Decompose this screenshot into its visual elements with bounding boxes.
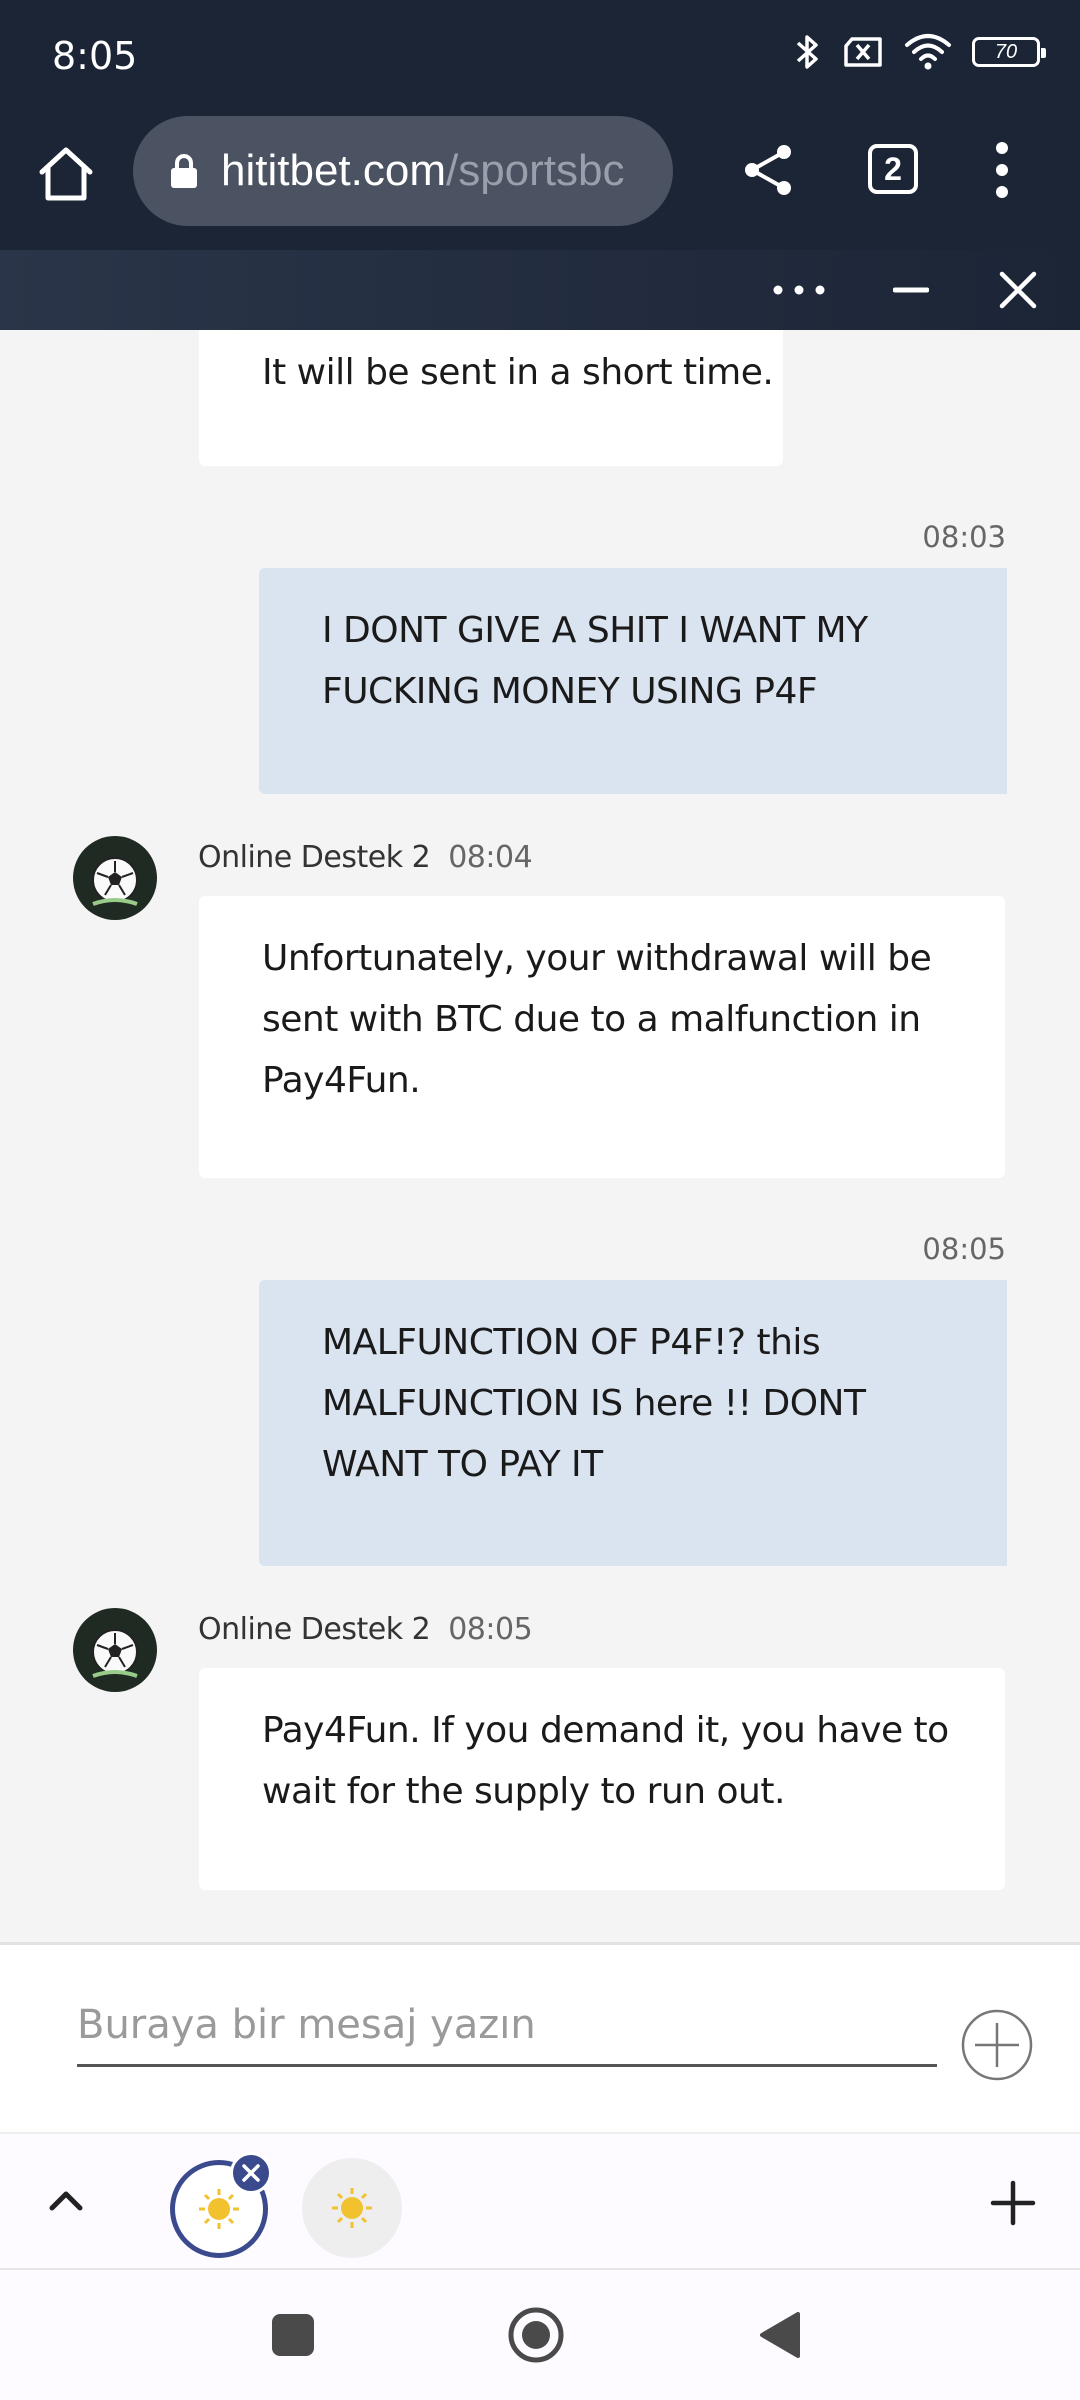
- sender-name: Online Destek 2: [198, 1612, 431, 1647]
- no-sim-icon: [844, 37, 882, 67]
- status-bar: 8:05 70: [0, 0, 1080, 110]
- message-time: 08:05: [922, 1232, 1006, 1266]
- message-text: Pay4Fun. If you demand it, you have to w…: [262, 1710, 949, 1812]
- recents-button[interactable]: [272, 2314, 314, 2356]
- tab-switcher-button[interactable]: 2: [868, 144, 918, 194]
- bubble-bar: [0, 2132, 1080, 2270]
- share-icon[interactable]: [740, 142, 796, 198]
- user-message: I DONT GIVE A SHIT I WANT MY FUCKING MON…: [259, 568, 1007, 794]
- wifi-icon: [905, 34, 951, 70]
- chevron-up-icon[interactable]: [44, 2178, 88, 2222]
- soccer-ball-icon: [92, 857, 138, 906]
- system-nav-bar: [0, 2270, 1080, 2400]
- url-path: /sportsbc: [445, 146, 625, 195]
- sender-line: Online Destek 2 08:04: [198, 840, 533, 875]
- message-time: 08:04: [448, 840, 533, 875]
- browser-toolbar: hititbet.com/sportsbc 2: [0, 110, 1080, 250]
- agent-message: It will be sent in a short time.: [199, 330, 783, 466]
- sun-icon: [332, 2188, 372, 2228]
- more-horiz-icon[interactable]: [772, 272, 826, 308]
- close-icon[interactable]: [998, 270, 1038, 310]
- sender-name: Online Destek 2: [198, 840, 431, 875]
- agent-message: Unfortunately, your withdrawal will be s…: [199, 896, 1005, 1178]
- home-icon[interactable]: [34, 142, 98, 206]
- sun-icon: [199, 2189, 239, 2229]
- address-bar[interactable]: hititbet.com/sportsbc: [133, 116, 673, 226]
- back-icon[interactable]: [758, 2310, 802, 2360]
- bubble-close-icon[interactable]: [230, 2152, 272, 2194]
- message-text: MALFUNCTION OF P4F!? this MALFUNCTION IS…: [322, 1322, 866, 1485]
- add-circle-icon[interactable]: [960, 2008, 1034, 2082]
- agent-message: Pay4Fun. If you demand it, you have to w…: [199, 1668, 1005, 1890]
- message-text: I DONT GIVE A SHIT I WANT MY FUCKING MON…: [322, 610, 868, 712]
- bubble-inactive[interactable]: [302, 2158, 402, 2258]
- message-time: 08:05: [448, 1612, 533, 1647]
- battery-icon: 70: [972, 37, 1046, 67]
- chat-header: [0, 250, 1080, 330]
- sender-line: Online Destek 2 08:05: [198, 1612, 533, 1647]
- url-host: hititbet.com: [221, 146, 446, 195]
- minimize-icon[interactable]: [893, 272, 929, 308]
- status-icons: 70: [794, 32, 1046, 72]
- user-message: MALFUNCTION OF P4F!? this MALFUNCTION IS…: [259, 1280, 1007, 1566]
- soccer-ball-icon: [92, 1629, 138, 1678]
- status-time: 8:05: [52, 34, 138, 78]
- home-nav-icon[interactable]: [507, 2306, 565, 2364]
- message-input[interactable]: [77, 1985, 937, 2067]
- bluetooth-icon: [796, 35, 818, 69]
- message-text: It will be sent in a short time.: [262, 352, 774, 393]
- plus-icon[interactable]: [990, 2180, 1036, 2226]
- tab-count: 2: [884, 150, 902, 187]
- battery-level: 70: [994, 40, 1018, 63]
- url-text: hititbet.com/sportsbc: [221, 146, 625, 196]
- agent-avatar: [73, 1608, 157, 1692]
- message-composer: [0, 1942, 1080, 2132]
- lock-icon: [171, 154, 197, 188]
- more-vert-icon[interactable]: [990, 140, 1014, 200]
- message-time: 08:03: [922, 520, 1006, 554]
- message-text: Unfortunately, your withdrawal will be s…: [262, 938, 932, 1101]
- agent-avatar: [73, 836, 157, 920]
- chat-messages[interactable]: It will be sent in a short time. 08:03 I…: [0, 330, 1080, 1942]
